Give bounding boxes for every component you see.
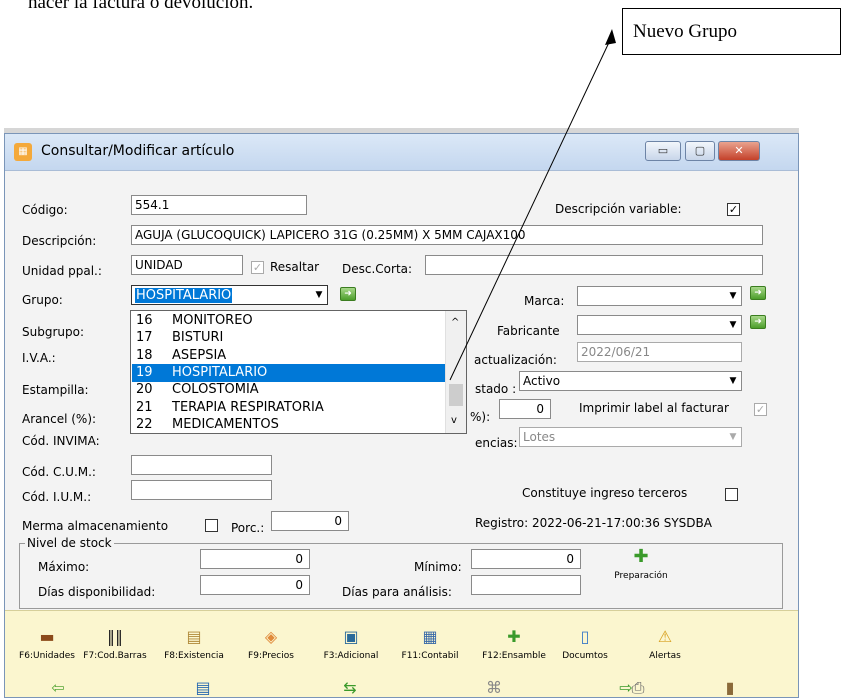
annotation-arrow — [449, 29, 616, 381]
